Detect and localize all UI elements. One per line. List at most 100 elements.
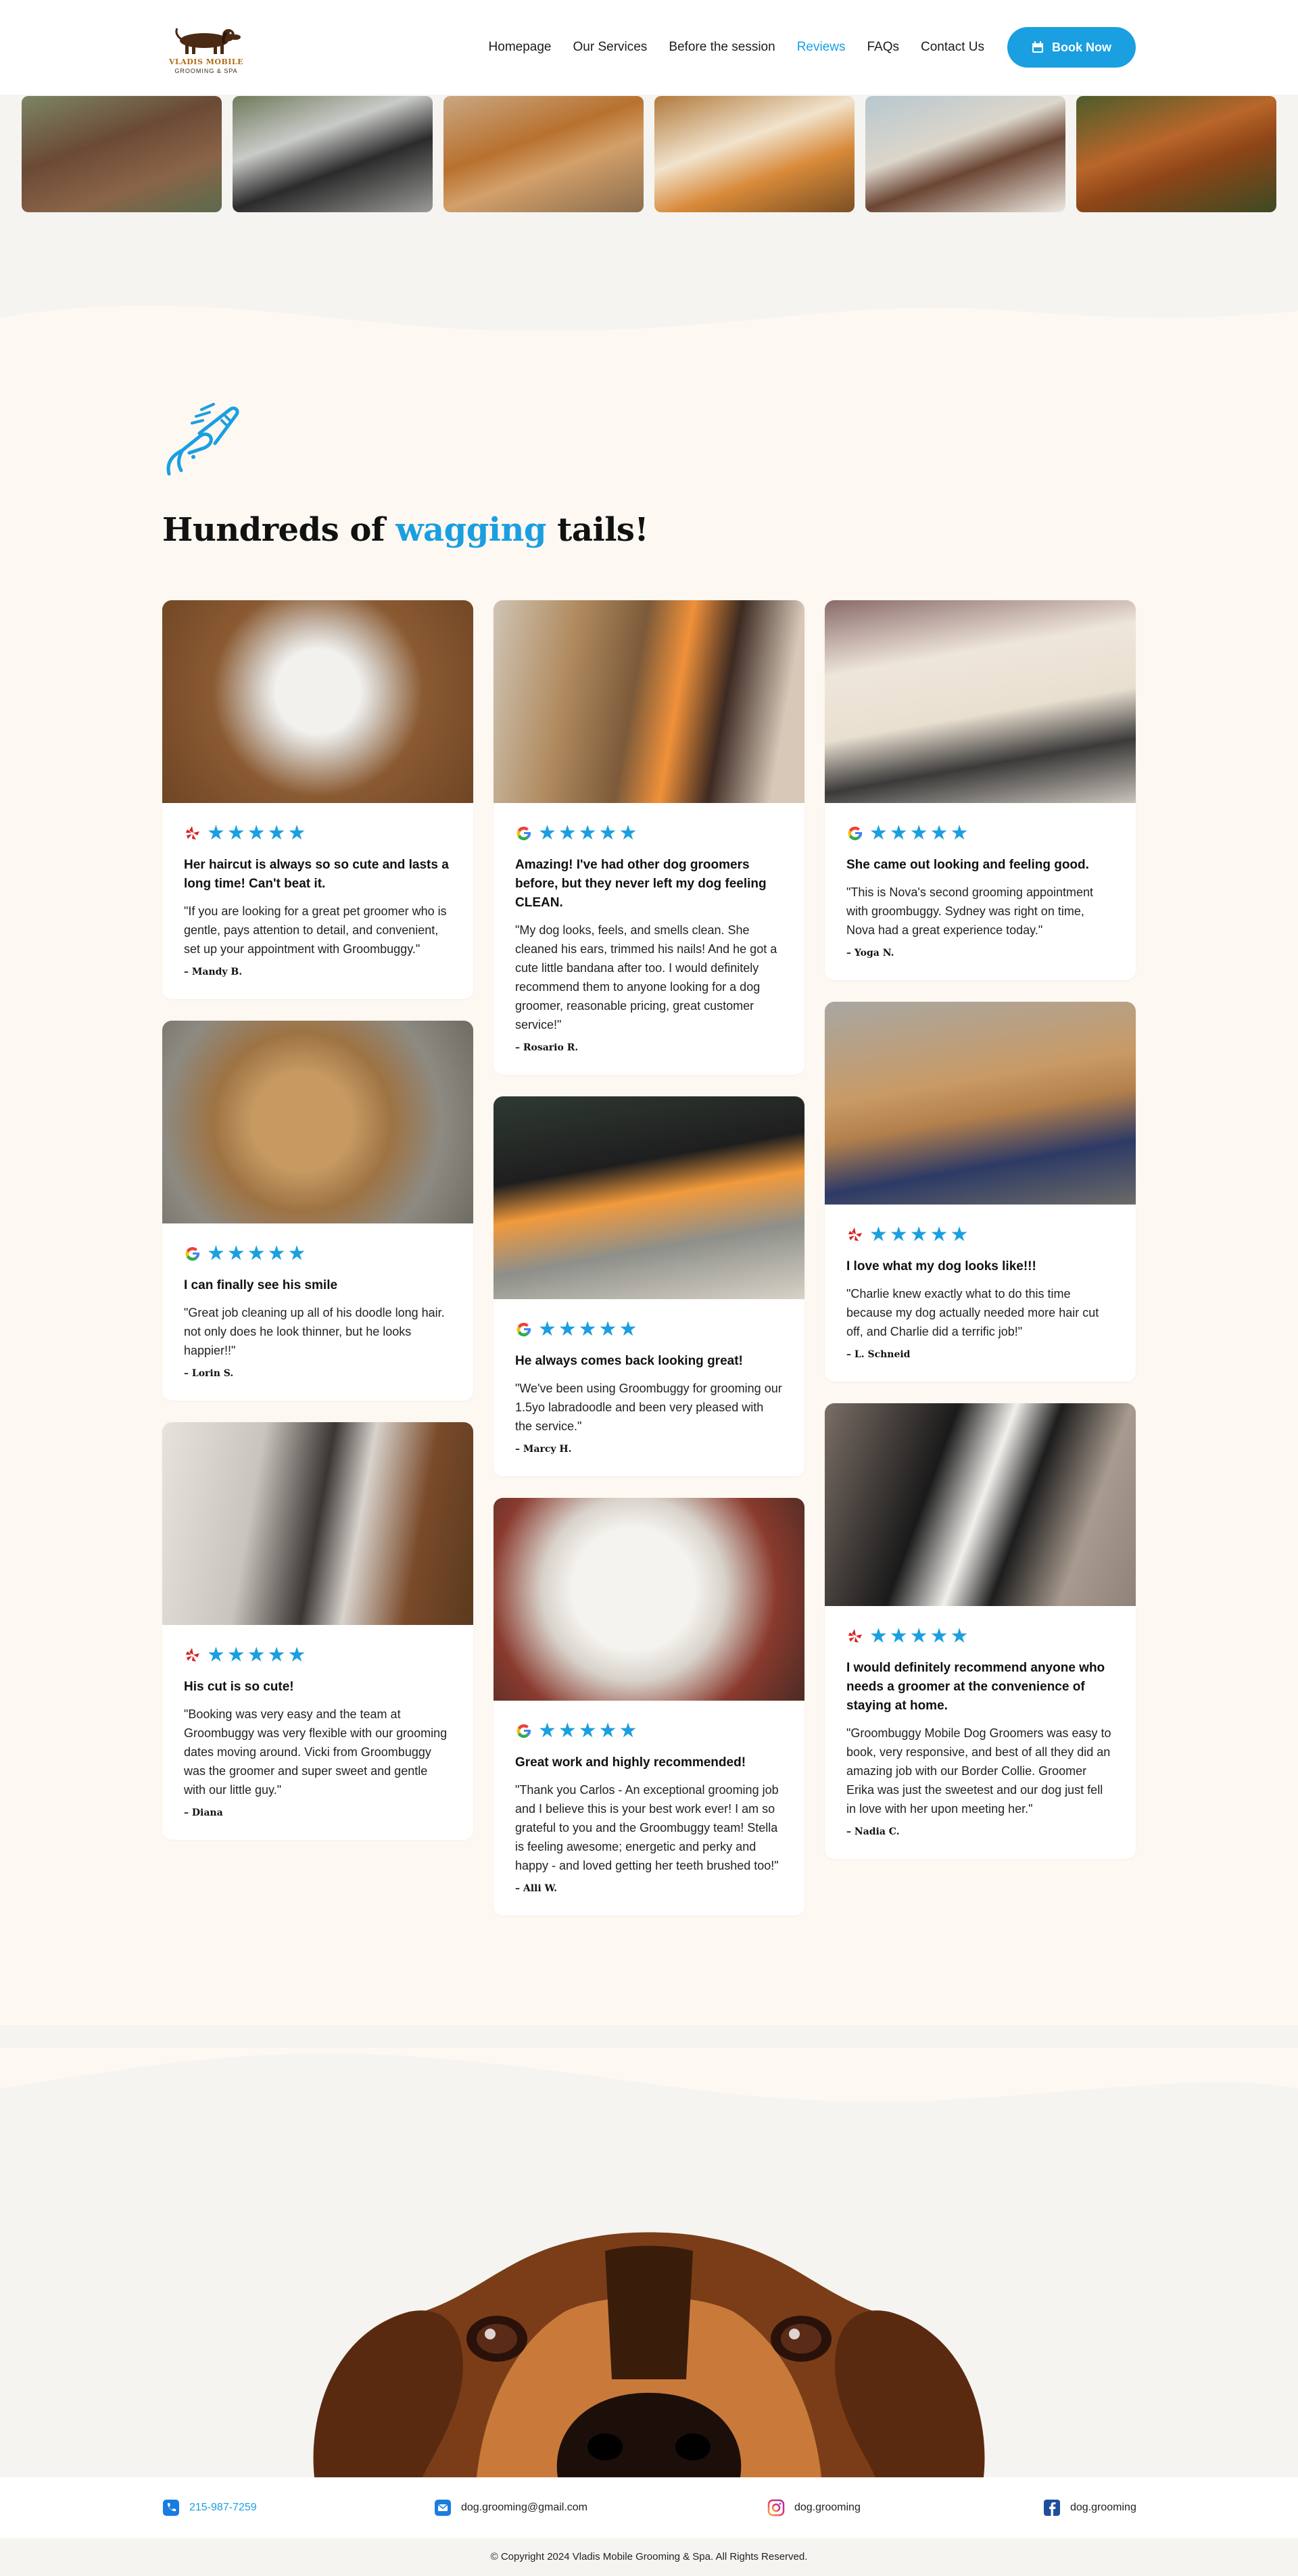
reviews-column-1: ★★★★★ Her haircut is always so so cute a…	[162, 600, 473, 1840]
review-text: "We've been using Groombuggy for groomin…	[515, 1382, 782, 1433]
review-photo-white-poodle	[494, 1498, 804, 1701]
review-photo-border-collie	[825, 1403, 1136, 1606]
phone-icon	[163, 2500, 179, 2516]
review-title: I can finally see his smile	[184, 1278, 338, 1292]
reviews-section: Hundreds of wagging tails! ★★★★★ Her hai…	[0, 376, 1298, 2025]
strip-photo-beagle	[654, 96, 855, 212]
google-icon	[516, 1724, 531, 1739]
review-photo-labradoodle	[494, 1096, 804, 1299]
review-title: Great work and highly recommended!	[515, 1755, 746, 1770]
reviews-headline: Hundreds of wagging tails!	[162, 511, 649, 549]
review-card: ★★★★★ She came out looking and feeling g…	[825, 600, 1136, 980]
review-card: ★★★★★ I would definitely recommend anyon…	[825, 1403, 1136, 1859]
review-text: "This is Nova's second grooming appointm…	[846, 885, 1094, 937]
brand-logo[interactable]: VLADIS MOBILE GROOMING & SPA	[162, 20, 250, 74]
yelp-icon	[848, 1629, 862, 1643]
review-card: ★★★★★ Her haircut is always so so cute a…	[162, 600, 473, 999]
review-card: ★★★★★ His cut is so cute! "Booking was v…	[162, 1422, 473, 1840]
nav-contact-us[interactable]: Contact Us	[921, 40, 984, 55]
nav-homepage[interactable]: Homepage	[489, 40, 552, 55]
five-star-rating: ★★★★★	[207, 1242, 308, 1265]
five-star-rating: ★★★★★	[869, 822, 971, 844]
headline-suffix: tails!	[546, 511, 649, 549]
footer-phone-text: 215-987-7259	[189, 2502, 257, 2513]
strip-photo-husky-pup	[233, 96, 433, 212]
review-rating: ★★★★★	[846, 823, 1114, 844]
review-rating: ★★★★★	[515, 823, 783, 844]
review-text: "Charlie knew exactly what to do this ti…	[846, 1287, 1099, 1338]
review-author: – Lorin S.	[184, 1368, 234, 1379]
footer-facebook[interactable]: dog.grooming	[1043, 2477, 1136, 2538]
headline-accent: wagging	[395, 511, 546, 549]
review-title: His cut is so cute!	[184, 1680, 294, 1694]
five-star-rating: ★★★★★	[869, 1625, 971, 1647]
five-star-rating: ★★★★★	[538, 822, 640, 844]
five-star-rating: ★★★★★	[538, 1720, 640, 1742]
five-star-rating: ★★★★★	[538, 1318, 640, 1340]
footer-email-text: dog.grooming@gmail.com	[461, 2502, 587, 2513]
review-author: – L. Schneid	[846, 1349, 911, 1360]
review-text: "If you are looking for a great pet groo…	[184, 904, 447, 956]
review-title: I love what my dog looks like!!!	[846, 1259, 1036, 1273]
review-author: – Mandy B.	[184, 967, 243, 977]
reviews-column-3: ★★★★★ She came out looking and feeling g…	[825, 600, 1136, 1859]
headline-prefix: Hundreds of	[162, 511, 396, 549]
review-rating: ★★★★★	[515, 1721, 783, 1741]
review-photo-cream-doodle	[825, 600, 1136, 803]
google-icon	[516, 826, 531, 841]
review-photo-goldendoodle-street	[825, 1002, 1136, 1205]
nav-our-services[interactable]: Our Services	[573, 40, 648, 55]
strip-photo-dog-licking	[22, 96, 222, 212]
book-now-button[interactable]: Book Now	[1007, 27, 1136, 68]
review-photo-doodle	[162, 1021, 473, 1223]
review-card: ★★★★★ I love what my dog looks like!!! "…	[825, 1002, 1136, 1382]
footer-email[interactable]: dog.grooming@gmail.com	[434, 2477, 587, 2538]
review-author: – Diana	[184, 1807, 223, 1818]
google-icon	[185, 1246, 200, 1261]
footer-contact-bar: 215-987-7259 dog.grooming@gmail.com dog.…	[0, 2477, 1298, 2538]
review-title: He always comes back looking great!	[515, 1354, 743, 1368]
nav-before-the-session[interactable]: Before the session	[669, 40, 775, 55]
review-author: – Nadia C.	[846, 1826, 900, 1837]
section-wave-divider	[0, 291, 1298, 379]
review-text: "Thank you Carlos - An exceptional groom…	[515, 1783, 779, 1872]
calendar-icon	[1032, 41, 1043, 53]
reviews-column-2: ★★★★★ Amazing! I've had other dog groome…	[494, 600, 804, 1916]
strip-photo-retriever	[1076, 96, 1276, 212]
five-star-rating: ★★★★★	[869, 1223, 971, 1246]
yelp-icon	[186, 826, 199, 840]
review-text: "Great job cleaning up all of his doodle…	[184, 1306, 445, 1357]
review-title: Amazing! I've had other dog groomers bef…	[515, 858, 767, 910]
five-star-rating: ★★★★★	[207, 822, 308, 844]
footer-facebook-text: dog.grooming	[1070, 2502, 1136, 2513]
main-nav: Homepage Our Services Before the session…	[489, 0, 984, 95]
book-now-label: Book Now	[1052, 40, 1111, 54]
section-wave-divider-bottom	[0, 2048, 1298, 2136]
review-text: "My dog looks, feels, and smells clean. …	[515, 923, 777, 1031]
review-author: – Alli W.	[515, 1883, 557, 1894]
footer-phone[interactable]: 215-987-7259	[162, 2477, 257, 2538]
review-photo-white-terrier	[162, 600, 473, 803]
review-author: – Yoga N.	[846, 948, 894, 958]
review-author: – Marcy H.	[515, 1444, 572, 1455]
review-card: ★★★★★ Amazing! I've had other dog groome…	[494, 600, 804, 1075]
logo-wordmark: VLADIS MOBILE	[168, 57, 244, 66]
review-card: ★★★★★ I can finally see his smile "Great…	[162, 1021, 473, 1401]
review-rating: ★★★★★	[515, 1319, 783, 1340]
site-header: VLADIS MOBILE GROOMING & SPA Homepage Ou…	[0, 0, 1298, 95]
yelp-icon	[186, 1648, 199, 1661]
nav-faqs[interactable]: FAQs	[867, 40, 900, 55]
nav-reviews[interactable]: Reviews	[797, 40, 846, 55]
peeking-dog-image	[308, 2210, 990, 2477]
review-title: Her haircut is always so so cute and las…	[184, 858, 449, 891]
dachshund-logo-icon	[175, 28, 241, 54]
instagram-icon	[767, 2499, 785, 2517]
review-card: ★★★★★ He always comes back looking great…	[494, 1096, 804, 1476]
review-author: – Rosario R.	[515, 1042, 579, 1053]
mail-icon	[435, 2500, 451, 2516]
footer-instagram[interactable]: dog.grooming	[767, 2477, 861, 2538]
review-rating: ★★★★★	[846, 1225, 1114, 1245]
strip-photo-collie-mix	[865, 96, 1065, 212]
review-rating: ★★★★★	[184, 1244, 452, 1264]
logo-tagline: GROOMING & SPA	[174, 68, 238, 74]
